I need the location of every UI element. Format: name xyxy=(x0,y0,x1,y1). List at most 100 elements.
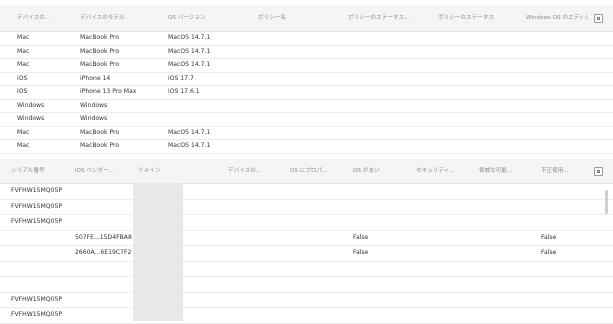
cell-threat-possible xyxy=(479,231,534,246)
table-row[interactable]: Mac MacBook Pro MacOS 14.7.1 xyxy=(0,127,613,140)
cell-device-status xyxy=(228,308,283,323)
column-header-windows-edition[interactable]: Windows OS のエディショ... xyxy=(526,5,588,31)
cell-ios-vendor xyxy=(75,215,133,230)
table-row[interactable]: Windows Windows xyxy=(0,100,613,113)
table-row[interactable]: FVFHW15MQ05P xyxy=(0,215,613,231)
column-header-policy-status[interactable]: ポリシーのステータス xyxy=(438,5,518,31)
table-row[interactable]: Mac MacBook Pro MacOS 14.7.1 xyxy=(0,140,613,154)
cell-device-status xyxy=(228,246,283,261)
cell-security xyxy=(416,293,471,308)
cell-unauthorized-use xyxy=(541,293,591,308)
cell-device-model: iPhone 14 xyxy=(80,74,111,82)
cell-device-type: iOS xyxy=(17,74,28,82)
column-header-unauthorized-use[interactable]: 不正使用... xyxy=(541,159,586,183)
cell-threat-possible xyxy=(479,246,534,261)
table-row[interactable] xyxy=(0,277,613,293)
column-header-device-type[interactable]: デバイスの... xyxy=(17,5,72,31)
cell-device-type: Windows xyxy=(17,101,45,109)
column-header-policy-name[interactable]: ポリシー名 xyxy=(258,5,333,31)
cell-serial-number xyxy=(11,231,71,246)
table-row[interactable]: iOS iPhone 14 iOS 17.7 xyxy=(0,73,613,86)
cell-security xyxy=(416,200,471,215)
column-header-device-model[interactable]: デバイスのモデル xyxy=(80,5,160,31)
cell-ios-vendor xyxy=(75,184,133,199)
cell-serial-number: FVFHW15MQ05P xyxy=(11,187,63,194)
cell-device-type: Mac xyxy=(17,61,30,68)
cell-ios-vendor xyxy=(75,308,133,323)
cell-ios-vendor: 507FE...15D4FBA8 xyxy=(75,233,132,241)
column-header-os-property[interactable]: OS にプロパ... xyxy=(290,159,340,183)
table-row[interactable]: FVFHW15MQ05P xyxy=(0,200,613,215)
cell-unauthorized-use xyxy=(541,262,591,277)
cell-device-type: iOS xyxy=(17,88,28,95)
cell-unauthorized-use: False xyxy=(541,249,557,256)
cell-serial-number xyxy=(11,246,71,261)
column-header-serial-number[interactable]: シリアル番号 xyxy=(11,159,66,183)
table-row[interactable] xyxy=(0,262,613,277)
table-row[interactable]: 507FE...15D4FBA8 False False xyxy=(0,231,613,246)
table-row[interactable]: Mac MacBook Pro MacOS 14.7.1 xyxy=(0,59,613,73)
cell-os-version xyxy=(168,113,253,126)
cell-os-property xyxy=(290,277,345,292)
table-row[interactable]: iOS iPhone 13 Pro Max iOS 17.6.1 xyxy=(0,86,613,100)
column-header-os-version[interactable]: OS バージョン xyxy=(168,5,243,31)
cell-threat-possible xyxy=(479,293,534,308)
cell-device-model: MacBook Pro xyxy=(80,34,120,41)
device-grid-top: デバイスの... デバイスのモデル OS バージョン ポリシー名 ポリシーのステ… xyxy=(0,5,613,154)
cell-ios-vendor xyxy=(75,277,133,292)
cell-device-status xyxy=(228,200,283,215)
domain-column-placeholder xyxy=(133,183,182,321)
column-header-policy-status-detail[interactable]: ポリシーのステータス... xyxy=(348,5,428,31)
table-row[interactable]: FVFHW15MQ05P xyxy=(0,184,613,200)
column-header-security[interactable]: セキュリティ... xyxy=(416,159,466,183)
cell-os-version: MacOS 14.7.1 xyxy=(168,47,211,55)
column-header-os-state[interactable]: OS がまい xyxy=(353,159,403,183)
cell-os-property xyxy=(290,246,345,261)
cell-unauthorized-use: False xyxy=(541,233,557,241)
column-settings-icon[interactable] xyxy=(594,167,603,176)
cell-device-status xyxy=(228,293,283,308)
cell-os-state xyxy=(353,215,408,230)
column-header-domain[interactable]: ドメイン xyxy=(138,159,178,183)
cell-os-property xyxy=(290,231,345,246)
cell-os-state: False xyxy=(353,233,369,241)
cell-device-model: iPhone 13 Pro Max xyxy=(80,88,137,95)
column-header-device-status[interactable]: デバイスの... xyxy=(228,159,278,183)
device-grid-top-header: デバイスの... デバイスのモデル OS バージョン ポリシー名 ポリシーのステ… xyxy=(0,5,613,32)
table-row[interactable]: Mac MacBook Pro MacOS 14.7.1 xyxy=(0,46,613,59)
cell-os-property xyxy=(290,215,345,230)
cell-security xyxy=(416,308,471,323)
cell-unauthorized-use xyxy=(541,200,591,215)
cell-threat-possible xyxy=(479,277,534,292)
cell-os-version: iOS 17.7 xyxy=(168,74,194,82)
cell-os-property xyxy=(290,262,345,277)
cell-security xyxy=(416,184,471,199)
cell-ios-vendor: 2660A...6E19C7F2 xyxy=(75,249,132,256)
table-row[interactable]: FVFHW15MQ05P xyxy=(0,308,613,324)
cell-serial-number xyxy=(11,277,71,292)
cell-device-model: MacBook Pro xyxy=(80,128,120,136)
cell-device-model: Windows xyxy=(80,101,108,109)
cell-device-model: MacBook Pro xyxy=(80,47,120,55)
table-row[interactable]: FVFHW15MQ05P xyxy=(0,293,613,308)
cell-unauthorized-use xyxy=(541,277,591,292)
cell-serial-number: FVFHW15MQ05P xyxy=(11,311,63,318)
cell-device-status xyxy=(228,231,283,246)
cell-os-version: MacOS 14.7.1 xyxy=(168,142,211,149)
table-row[interactable]: Mac MacBook Pro MacOS 14.7.1 xyxy=(0,32,613,46)
vertical-scrollbar[interactable] xyxy=(605,190,608,214)
column-header-threat-possible[interactable]: 脅威な可能... xyxy=(479,159,529,183)
column-settings-icon[interactable] xyxy=(594,14,603,23)
cell-device-type: Mac xyxy=(17,47,30,55)
cell-threat-possible xyxy=(479,200,534,215)
table-row[interactable]: Windows Windows xyxy=(0,113,613,127)
cell-device-model: MacBook Pro xyxy=(80,142,120,149)
device-grid-bottom-body: FVFHW15MQ05P FVFHW15MQ05P FVFHW15MQ05P 507F… xyxy=(0,184,613,324)
column-divider xyxy=(182,183,183,321)
column-header-ios-vendor[interactable]: iOS ベンダー... xyxy=(75,159,130,183)
cell-os-property xyxy=(290,308,345,323)
cell-serial-number: FVFHW15MQ05P xyxy=(11,218,63,225)
cell-ios-vendor xyxy=(75,293,133,308)
cell-os-state: False xyxy=(353,249,369,256)
table-row[interactable]: 2660A...6E19C7F2 False False xyxy=(0,246,613,262)
